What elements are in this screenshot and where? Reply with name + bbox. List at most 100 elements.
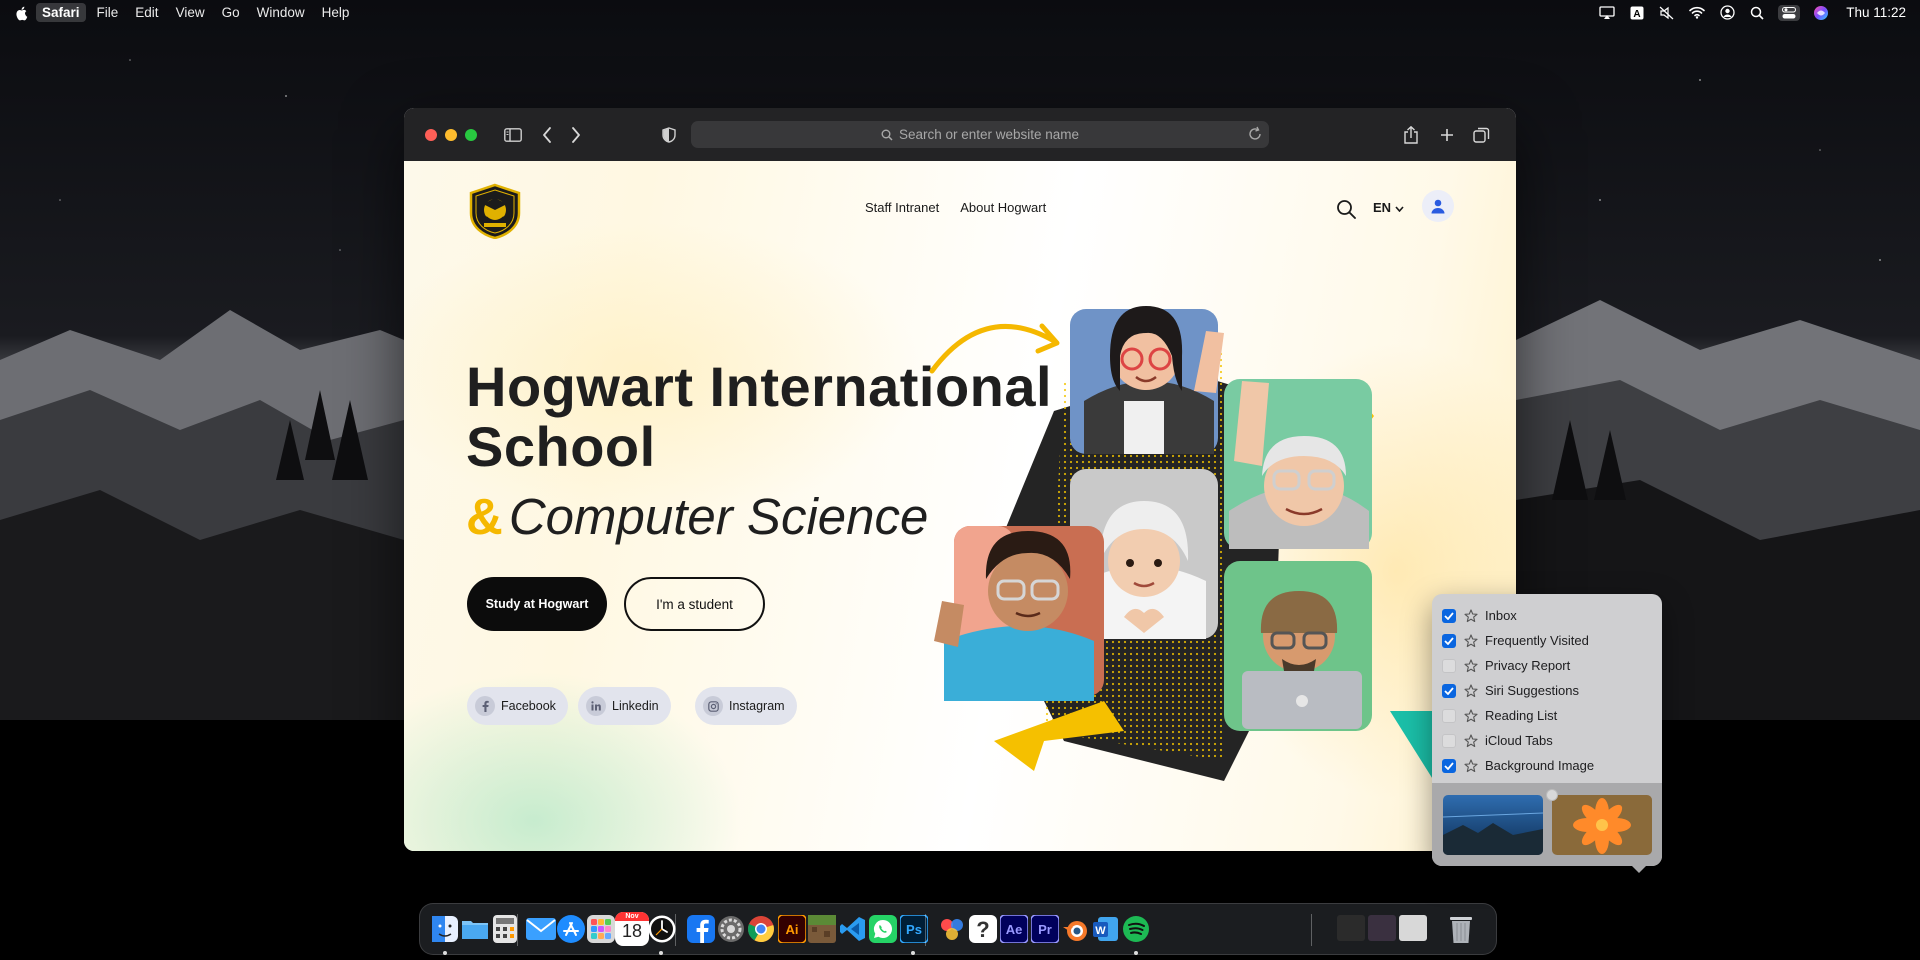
dock-app-calendar-icon[interactable]: Nov 18 <box>615 912 649 946</box>
menu-edit[interactable]: Edit <box>135 5 158 20</box>
facebook-icon <box>475 696 495 716</box>
apple-icon[interactable] <box>14 5 30 21</box>
linkedin-link[interactable]: Linkedin <box>578 687 671 725</box>
checkbox[interactable] <box>1442 658 1456 673</box>
checkbox[interactable] <box>1442 608 1456 623</box>
new-tab-icon[interactable] <box>1436 124 1458 146</box>
dock-app-app-store-icon[interactable] <box>554 912 588 946</box>
back-chevron-icon[interactable] <box>536 124 558 146</box>
background-image-picker <box>1432 783 1662 866</box>
dock-app-launchpad-icon[interactable] <box>584 912 618 946</box>
start-page-option[interactable]: Privacy Report <box>1442 653 1662 678</box>
start-page-option[interactable]: Siri Suggestions <box>1442 678 1662 703</box>
siri-icon[interactable] <box>1812 5 1830 21</box>
dock-app-finder-icon[interactable] <box>428 912 462 946</box>
checkbox[interactable] <box>1442 683 1456 698</box>
start-page-option[interactable]: Reading List <box>1442 703 1662 728</box>
minimize-button[interactable] <box>445 128 457 141</box>
facebook-link[interactable]: Facebook <box>467 687 568 725</box>
dock-app-word-icon[interactable]: W <box>1089 912 1123 946</box>
user-avatar-button[interactable] <box>1422 190 1454 222</box>
start-page-option[interactable]: iCloud Tabs <box>1442 728 1662 753</box>
menu-app-name[interactable]: Safari <box>36 3 86 22</box>
dock-app-facebook-icon[interactable] <box>684 912 718 946</box>
close-button[interactable] <box>425 128 437 141</box>
zoom-button[interactable] <box>465 128 477 141</box>
dock-app-vs-code-icon[interactable] <box>836 912 870 946</box>
control-center-icon[interactable] <box>1778 4 1801 21</box>
dock-app-blender-icon[interactable] <box>1058 912 1092 946</box>
facebook-label: Facebook <box>501 699 556 713</box>
start-page-option-label: Privacy Report <box>1485 658 1571 673</box>
nav-about-hogwart[interactable]: About Hogwart <box>960 200 1046 215</box>
checkbox[interactable] <box>1442 708 1456 723</box>
mute-icon[interactable] <box>1658 5 1676 21</box>
dock-app-files-icon[interactable] <box>458 912 492 946</box>
menu-file[interactable]: File <box>97 5 119 20</box>
dock-separator <box>925 914 926 946</box>
start-page-option[interactable]: Frequently Visited <box>1442 628 1662 653</box>
svg-text:A: A <box>1634 9 1641 20</box>
dock-minimized-window[interactable] <box>1368 915 1396 941</box>
privacy-shield-icon[interactable] <box>658 124 680 146</box>
start-page-settings-popover: Inbox Frequently Visited Privacy Report Sir… <box>1432 594 1662 873</box>
start-page-option-label: Siri Suggestions <box>1485 683 1579 698</box>
dock-app-system-settings-icon[interactable] <box>714 912 748 946</box>
share-icon[interactable] <box>1400 124 1422 146</box>
star-icon <box>1464 658 1478 673</box>
hero-subtitle-text: Computer Science <box>508 488 929 545</box>
dock-app-whatsapp-icon[interactable] <box>866 912 900 946</box>
thumbnail-remove-handle[interactable] <box>1546 789 1558 801</box>
start-page-option[interactable]: Inbox <box>1442 603 1662 628</box>
im-a-student-button[interactable]: I'm a student <box>624 577 765 631</box>
dock-app-illustrator-icon[interactable]: Ai <box>775 912 809 946</box>
checkbox[interactable] <box>1442 633 1456 648</box>
wifi-icon[interactable] <box>1688 5 1706 21</box>
calendar-day: 18 <box>621 921 643 941</box>
dock-app-minecraft-icon[interactable] <box>805 912 839 946</box>
dock-app-davinci-resolve-icon[interactable] <box>935 912 969 946</box>
dock-app-chrome-icon[interactable] <box>744 912 778 946</box>
start-page-option[interactable]: Background Image <box>1442 753 1662 778</box>
checkbox[interactable] <box>1442 758 1456 773</box>
instagram-icon <box>703 696 723 716</box>
start-page-option-label: iCloud Tabs <box>1485 733 1553 748</box>
address-bar[interactable]: Search or enter website name <box>691 121 1269 148</box>
menubar-clock[interactable]: Thu 11:22 <box>1846 5 1906 20</box>
dock-app-help-icon[interactable]: ? <box>966 912 1000 946</box>
background-thumbnail-ocean[interactable] <box>1443 795 1543 855</box>
nav-staff-intranet[interactable]: Staff Intranet <box>865 200 939 215</box>
menu-go[interactable]: Go <box>222 5 240 20</box>
user-account-icon[interactable] <box>1718 5 1736 21</box>
study-at-hogwart-button[interactable]: Study at Hogwart <box>467 577 607 631</box>
reload-icon[interactable] <box>1247 126 1263 145</box>
dock-app-clock-icon[interactable] <box>645 912 679 946</box>
svg-text:Pr: Pr <box>1038 922 1052 937</box>
background-thumbnail-flower[interactable] <box>1552 795 1652 855</box>
dock-app-spotify-icon[interactable] <box>1119 912 1153 946</box>
sidebar-toggle-icon[interactable] <box>502 124 524 146</box>
search-icon[interactable] <box>1335 198 1357 220</box>
dock-minimized-window[interactable] <box>1337 915 1365 941</box>
airplay-icon[interactable] <box>1598 5 1616 21</box>
tab-overview-icon[interactable] <box>1470 124 1492 146</box>
dock-app-premiere-pro-icon[interactable]: Pr <box>1028 912 1062 946</box>
menu-help[interactable]: Help <box>322 5 350 20</box>
checkbox[interactable] <box>1442 733 1456 748</box>
instagram-label: Instagram <box>729 699 785 713</box>
dock-minimized-window[interactable] <box>1399 915 1427 941</box>
star-icon <box>1464 708 1478 723</box>
language-selector[interactable]: EN <box>1373 200 1404 215</box>
start-page-option-label: Frequently Visited <box>1485 633 1589 648</box>
menu-view[interactable]: View <box>176 5 205 20</box>
spotlight-search-icon[interactable] <box>1748 5 1766 21</box>
dock-app-mail-icon[interactable] <box>524 912 558 946</box>
school-crest-logo[interactable] <box>467 183 523 240</box>
star-icon <box>1464 733 1478 748</box>
forward-chevron-icon[interactable] <box>565 124 587 146</box>
keyboard-input-icon[interactable]: A <box>1628 5 1646 21</box>
dock-trash-icon[interactable] <box>1444 912 1478 946</box>
menu-window[interactable]: Window <box>257 5 305 20</box>
instagram-link[interactable]: Instagram <box>695 687 797 725</box>
dock-app-after-effects-icon[interactable]: Ae <box>997 912 1031 946</box>
